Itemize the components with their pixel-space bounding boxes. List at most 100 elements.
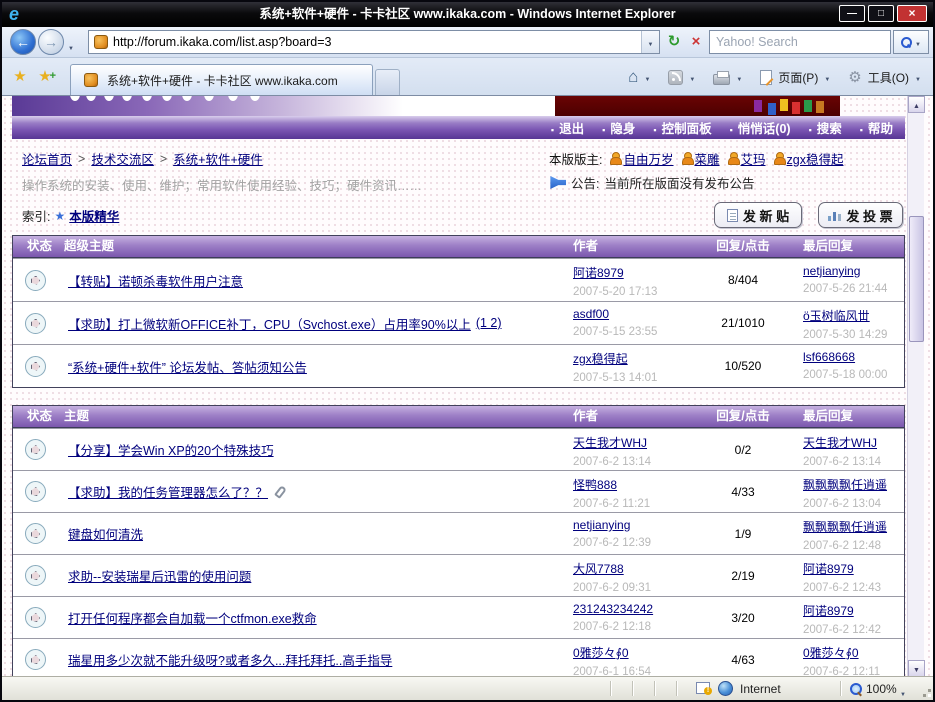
- site-favicon: [94, 35, 108, 49]
- banner-ad[interactable]: [555, 96, 840, 116]
- topic-link[interactable]: 求助--安装瑞星后迅雷的使用问题: [68, 566, 251, 585]
- search-input[interactable]: [710, 31, 890, 53]
- scrollbar-thumb[interactable]: [909, 216, 924, 342]
- page-menu-button[interactable]: 页面(P): [778, 69, 818, 86]
- feeds-icon[interactable]: [668, 70, 683, 85]
- topic-link[interactable]: 【求助】打上微软新OFFICE补丁，CPU（Svchost.exe）占用率90%…: [68, 314, 471, 333]
- topic-status-icon: [25, 523, 46, 544]
- breadcrumb-home[interactable]: 论坛首页: [22, 149, 72, 168]
- search-icon: [901, 37, 911, 47]
- author-link[interactable]: 231243234242: [573, 602, 653, 616]
- back-button[interactable]: [10, 29, 36, 55]
- add-favorite-button[interactable]: [33, 66, 57, 88]
- topic-status-icon: [25, 481, 46, 502]
- topic-link[interactable]: “系统+硬件+软件” 论坛发帖、答帖须知公告: [68, 357, 307, 376]
- topic-link[interactable]: 【转贴】诺顿杀毒软件用户注意: [68, 271, 243, 290]
- new-post-button[interactable]: 发 新 贴: [714, 202, 802, 228]
- favorites-center-button[interactable]: [8, 66, 32, 88]
- topic-link[interactable]: 打开任何程序都会自加载一个ctfmon.exe救命: [68, 608, 317, 627]
- print-icon[interactable]: [713, 74, 730, 85]
- author-link[interactable]: 天生我才WHJ: [573, 436, 647, 450]
- last-reply-user-link[interactable]: ö玉树临风丗: [803, 309, 870, 323]
- last-reply-user-link[interactable]: 阿诺8979: [803, 604, 854, 618]
- author-link[interactable]: zgx稳得起: [573, 352, 628, 366]
- zoom-level[interactable]: 100%: [866, 682, 897, 696]
- board-digest-link[interactable]: 本版精华: [69, 206, 119, 225]
- person-icon: [610, 152, 620, 165]
- search-go-button[interactable]: [893, 30, 929, 54]
- author-link[interactable]: 阿诺8979: [573, 266, 624, 280]
- moderator-link[interactable]: 自由万岁: [623, 149, 673, 168]
- forward-button[interactable]: [38, 29, 64, 55]
- gear-icon[interactable]: [848, 68, 861, 86]
- nav-item-messages[interactable]: 悄悄话(0): [730, 118, 791, 137]
- nav-item-invisible[interactable]: 隐身: [602, 118, 635, 137]
- url-input[interactable]: [113, 32, 641, 52]
- author-link[interactable]: netjianying: [573, 518, 630, 532]
- refresh-button[interactable]: [665, 33, 683, 51]
- last-reply-user-link[interactable]: 飘飘飘飘任逍遥: [803, 478, 887, 492]
- separator: [654, 681, 655, 696]
- last-reply-user-link[interactable]: 飘飘飘飘任逍遥: [803, 520, 887, 534]
- author-link[interactable]: 大风7788: [573, 562, 624, 576]
- author-link[interactable]: asdf00: [573, 307, 609, 321]
- author-link[interactable]: 0雅莎々∮0: [573, 646, 629, 660]
- page-alert-icon: [696, 682, 710, 694]
- nav-item-control-panel[interactable]: 控制面板: [653, 118, 711, 137]
- close-button[interactable]: [897, 5, 927, 22]
- tab-bar: 系统+软件+硬件 - 卡卡社区 www.ikaka.com 页面(P) 工具(O…: [2, 58, 933, 95]
- zoom-icon[interactable]: [850, 683, 861, 694]
- url-dropdown-button[interactable]: [641, 31, 659, 53]
- topic-link[interactable]: 【分享】学会Win XP的20个特殊技巧: [68, 440, 274, 459]
- topic-pages-link[interactable]: (1 2): [476, 316, 502, 330]
- replies-views: 3/20: [693, 597, 793, 638]
- tab-active[interactable]: 系统+软件+硬件 - 卡卡社区 www.ikaka.com: [70, 64, 373, 95]
- history-dropdown-icon[interactable]: [68, 39, 74, 53]
- nav-item-logout[interactable]: 退出: [551, 118, 584, 137]
- topic-link[interactable]: 键盘如何清洗: [68, 524, 143, 543]
- maximize-button[interactable]: [868, 5, 894, 22]
- last-reply-user-link[interactable]: 天生我才WHJ: [803, 436, 877, 450]
- last-reply-user-link[interactable]: lsf668668: [803, 350, 855, 364]
- search-options-icon[interactable]: [915, 35, 921, 49]
- moderator-link[interactable]: zgx稳得起: [787, 149, 844, 168]
- last-reply-user-link[interactable]: netjianying: [803, 264, 860, 278]
- table-row: 【求助】打上微软新OFFICE补丁，CPU（Svchost.exe）占用率90%…: [13, 301, 904, 344]
- nav-item-help[interactable]: 帮助: [860, 118, 893, 137]
- page-menu-icon[interactable]: [760, 70, 772, 85]
- scroll-down-button[interactable]: [908, 660, 925, 676]
- feeds-dropdown-icon[interactable]: [689, 70, 695, 84]
- header-title: 超级主题: [58, 236, 563, 257]
- topic-status-icon: [25, 313, 46, 334]
- index-label: 索引:: [22, 206, 50, 225]
- vertical-scrollbar[interactable]: [907, 96, 924, 676]
- last-reply-user-link[interactable]: 0雅莎々∮0: [803, 646, 859, 660]
- page-dropdown-icon[interactable]: [824, 70, 830, 84]
- breadcrumb-section[interactable]: 技术交流区: [91, 149, 154, 168]
- moderator-link[interactable]: 菜雕: [695, 149, 720, 168]
- minimize-button[interactable]: [839, 5, 865, 22]
- topic-link[interactable]: 【求助】我的任务管理器怎么了？？: [68, 482, 268, 501]
- tools-dropdown-icon[interactable]: [915, 70, 921, 84]
- header-last-reply: 最后回复: [793, 236, 904, 257]
- author-link[interactable]: 怪鸭888: [573, 478, 617, 492]
- topic-link[interactable]: 瑞星用多少次就不能升级呀?或者多久...拜托拜托..高手指导: [68, 650, 392, 669]
- print-dropdown-icon[interactable]: [736, 70, 742, 84]
- resize-grip[interactable]: [928, 694, 931, 697]
- replies-views: 0/2: [693, 429, 793, 470]
- table-row: “系统+硬件+软件” 论坛发帖、答帖须知公告 zgx稳得起2007-5-13 1…: [13, 344, 904, 387]
- scroll-up-button[interactable]: [908, 96, 925, 113]
- moderator-link[interactable]: 艾玛: [741, 149, 766, 168]
- new-vote-button[interactable]: 发 投 票: [818, 202, 903, 228]
- home-dropdown-icon[interactable]: [644, 70, 650, 84]
- tools-menu-button[interactable]: 工具(O): [868, 69, 909, 86]
- home-icon[interactable]: [628, 67, 638, 87]
- breadcrumb-board[interactable]: 系统+软件+硬件: [173, 149, 263, 168]
- nav-item-search[interactable]: 搜索: [809, 118, 842, 137]
- stop-button[interactable]: [687, 33, 705, 51]
- last-reply-user-link[interactable]: 阿诺8979: [803, 562, 854, 576]
- header-replies: 回复/点击: [693, 406, 793, 427]
- new-tab-button[interactable]: [375, 69, 400, 95]
- zoom-dropdown-icon[interactable]: [900, 685, 906, 699]
- topic-status-icon: [25, 649, 46, 670]
